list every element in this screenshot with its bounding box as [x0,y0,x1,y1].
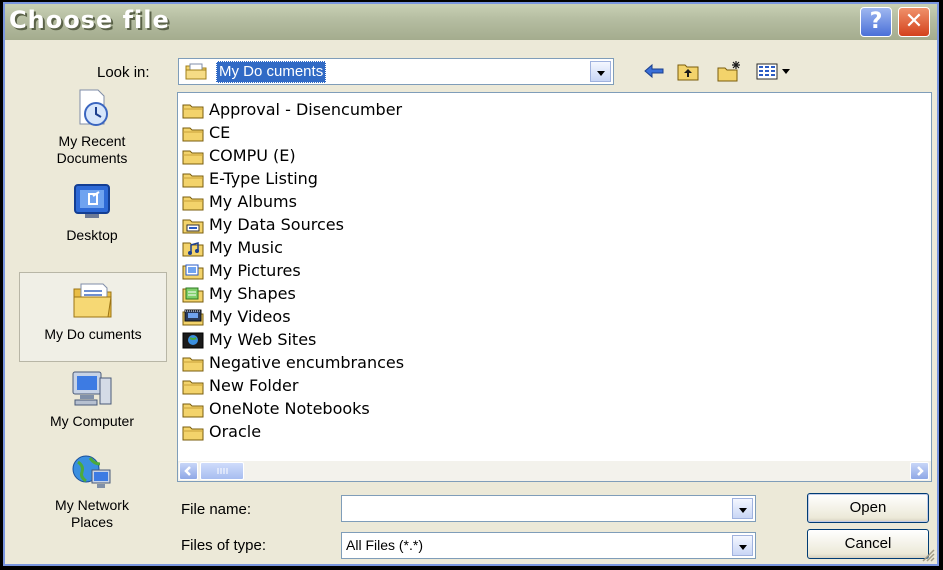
file-name: COMPU (E) [209,146,296,165]
files-of-type-value: All Files (*.*) [346,537,424,553]
up-folder-icon[interactable] [676,60,700,82]
files-of-type-label: Files of type: [181,537,267,554]
file-name: My Pictures [209,261,301,280]
data-sources-icon [182,219,204,234]
resize-grip-icon[interactable] [921,548,935,562]
files-of-type-dropdown-button[interactable] [732,535,753,556]
file-list[interactable]: Approval - Disencumber CE COMPU (E) E-Ty… [177,92,932,482]
folder-icon [182,173,204,188]
place-label-line: My Do cuments [44,326,142,342]
folder-icon [182,380,204,395]
file-name: My Data Sources [209,215,344,234]
place-label-line: Desktop [66,227,118,243]
file-name-label: File name: [181,501,252,518]
place-label-line: My Network [55,497,129,513]
help-button[interactable]: ? [860,7,892,37]
folder-icon [182,357,204,372]
chevron-left-icon [184,466,191,476]
music-folder-icon [182,242,204,257]
file-name: CE [209,123,231,142]
chevron-right-icon [917,466,924,476]
my-documents-icon [73,283,112,318]
place-my-network-places[interactable]: My Network Places [19,452,165,542]
file-name: E-Type Listing [209,169,318,188]
file-name: My Music [209,238,283,257]
place-label-line: My Computer [49,413,135,429]
window-title: Choose file [9,6,170,34]
videos-folder-icon [182,309,204,326]
file-name: Approval - Disencumber [209,100,403,119]
files-of-type-select[interactable]: All Files (*.*) [341,532,756,559]
file-name-dropdown-button[interactable] [732,498,753,519]
folder-icon [182,403,204,418]
place-label-line: My Recent [58,133,126,149]
open-button[interactable]: Open [807,493,929,523]
folder-icon [182,127,204,142]
folder-icon [182,150,204,165]
place-my-computer[interactable]: My Computer [19,368,165,440]
place-my-recent-documents[interactable]: My Recent Documents [19,82,165,170]
file-name: Negative encumbrances [209,353,405,372]
place-label-line: Documents [56,150,128,166]
file-name: My Videos [209,307,291,326]
place-my-documents[interactable]: My Do cuments [19,272,167,362]
my-documents-small-icon [185,63,207,80]
new-folder-icon[interactable] [716,60,742,82]
file-name: New Folder [209,376,299,395]
file-name: My Albums [209,192,297,211]
file-name-input[interactable] [341,495,756,522]
pictures-folder-icon [182,264,204,280]
folder-icon [182,104,204,119]
network-places-icon [72,455,111,488]
scroll-left-button[interactable] [179,462,198,480]
place-desktop[interactable]: Desktop [19,182,165,254]
file-name: OneNote Notebooks [209,399,370,418]
desktop-icon [74,184,110,218]
file-name: Oracle [209,422,262,441]
look-in-dropdown-button[interactable] [590,61,611,82]
place-label-line: Places [70,514,114,530]
look-in-label: Look in: [97,64,150,81]
look-in-value: My Do cuments [216,61,327,83]
dialog-window: Choose file ? ✕ Look in: My Do cuments M… [0,0,943,570]
cancel-button[interactable]: Cancel [807,529,929,559]
dialog-frame: Choose file ? ✕ Look in: My Do cuments M… [3,2,939,566]
close-button[interactable]: ✕ [898,7,930,37]
look-in-combo[interactable]: My Do cuments [178,58,614,85]
file-name: My Web Sites [209,330,317,349]
title-bar[interactable]: Choose file ? ✕ [5,4,937,40]
scroll-right-button[interactable] [910,462,929,480]
scroll-thumb[interactable] [200,462,244,480]
horizontal-scrollbar[interactable] [178,461,931,481]
computer-icon [72,371,112,406]
shapes-folder-icon [182,287,204,303]
view-menu-icon[interactable] [755,60,795,82]
web-sites-icon [182,332,204,349]
file-name: My Shapes [209,284,296,303]
grip-lines-icon [217,468,228,474]
recent-documents-icon [79,89,108,126]
back-arrow-icon[interactable] [642,60,666,82]
places-bar: My Recent Documents Desktop My Do cument… [19,82,167,560]
folder-icon [182,426,204,441]
folder-icon [182,196,204,211]
